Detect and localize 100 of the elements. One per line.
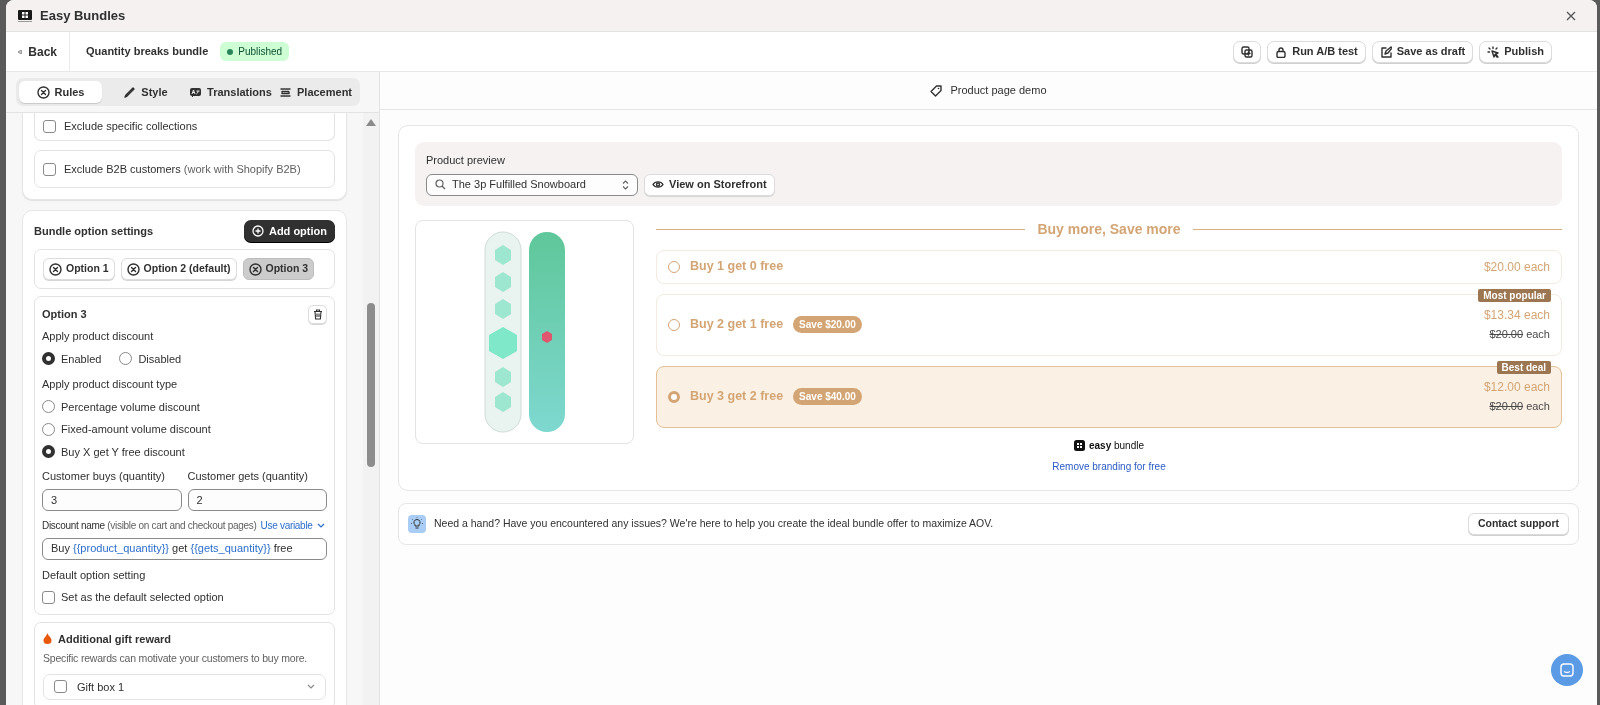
badge-icon [248,262,262,276]
bundle-name: Quantity breaks bundle [86,44,209,60]
scrollbar[interactable] [363,113,379,705]
panel-heading: Product page demo [950,83,1047,99]
radio-label: Fixed-amount volume discount [61,422,211,437]
field-label: Apply product discount type [42,377,179,392]
radio-label: Disabled [138,351,182,367]
field-label: Discount name (visible on cart and checkout pages) [42,518,257,533]
cursor-click-icon [1487,45,1500,58]
status-badge: Published [220,42,290,61]
radio-label: Buy X get Y free discount [61,444,185,460]
checkbox-label: Exclude specific collections [64,119,198,135]
radio-button[interactable] [42,445,55,459]
offer-label: Buy 2 get 1 free [690,316,784,334]
brand-logo-icon [1073,439,1085,451]
section-description: Specific rewards can motivate your customers to buy more. [43,651,309,666]
lightbulb-icon [408,514,426,533]
radio-button[interactable] [668,390,680,403]
tab[interactable]: Style [104,81,187,103]
close-icon [1566,10,1576,21]
help-text: Need a hand? Have you encountered any issues? We're here to help you create the ideal bundle offer to maximize AOV. [434,515,995,531]
option-tab[interactable]: Option 2 (default) [120,258,237,280]
duplicate-button[interactable] [1233,40,1262,63]
discount-name-field[interactable]: Buy {{product_quantity}} get {{gets_quantity}} free [42,537,327,560]
offer-badge: Best deal [1496,360,1551,374]
section-title: Additional gift reward [58,631,172,647]
original-price: $20.00 each [1489,327,1550,343]
tab[interactable]: Translations [189,81,272,103]
chevron-down-icon [307,684,315,690]
add-option-button[interactable]: Add option [243,220,335,242]
badge-icon [49,262,62,276]
use-variable-link[interactable]: Use variable [260,517,325,533]
radio-label: Percentage volume discount [61,399,200,415]
offer-title: Buy more, Save more [1037,220,1181,239]
lock-icon [1275,45,1288,58]
offer-label: Buy 1 get 0 free [690,258,784,276]
field-label: Customer buys (quantity) [42,469,166,484]
offer-price: $13.34 each [1483,307,1550,325]
offer-badge: Most popular [1478,288,1551,302]
radio-button[interactable] [119,352,133,366]
scrollbar-thumb[interactable] [367,303,375,467]
radio-label: Enabled [61,351,102,367]
translate-icon [189,85,203,99]
brush-icon [123,85,137,99]
toolbar-button[interactable]: Save as draft [1371,40,1474,63]
edit-icon [1379,45,1392,58]
tab[interactable]: Rules [19,81,102,103]
original-price: $20.00 each [1489,399,1550,415]
radio-button[interactable] [42,422,55,436]
field-label: Customer gets (quantity) [187,469,309,484]
status-dot-icon [227,48,234,55]
view-storefront-button[interactable]: View on Storefront [644,173,775,196]
window-title: Easy Bundles [40,6,126,25]
radio-button[interactable] [42,400,55,414]
checkbox-label: Set as the default selected option [61,590,224,605]
scroll-up-icon [366,119,376,126]
section-title: Bundle option settings [34,223,154,239]
gift-label: Gift box 1 [77,679,126,695]
field-label: Product preview [426,153,506,168]
option-tab[interactable]: Option 1 [43,258,115,280]
duplicate-icon [1241,45,1254,58]
offer-label: Buy 3 get 2 free [690,388,784,406]
field-label: Default option setting [42,567,147,583]
search-icon [435,179,446,190]
chevron-updown-icon [622,179,629,190]
radio-button[interactable] [668,318,680,331]
trash-icon [312,309,323,320]
chevron-down-icon [316,522,325,528]
toolbar-button[interactable]: Publish [1479,40,1552,63]
eye-icon [652,180,664,189]
field-label: Apply product discount [42,329,155,344]
radio-button[interactable] [42,352,55,366]
plus-circle-icon [251,225,264,237]
back-button[interactable]: Back [6,32,70,71]
checkbox[interactable] [43,120,56,133]
chat-icon [1560,663,1574,677]
product-select[interactable]: The 3p Fulfilled Snowboard [426,173,638,196]
toolbar-button[interactable]: Run A/B test [1267,40,1366,63]
layout-icon [279,85,292,99]
delete-button[interactable] [308,305,327,324]
savings-badge: Save $40.00 [793,388,862,405]
offer-price: $12.00 each [1483,379,1550,397]
checkbox[interactable] [42,590,55,604]
savings-badge: Save $20.00 [793,316,862,333]
quantity-field[interactable]: 2 [187,488,327,511]
radio-button[interactable] [668,260,680,273]
badge-icon [126,262,140,276]
checkbox[interactable] [43,162,56,176]
contact-support-button[interactable]: Contact support [1467,512,1569,535]
tab[interactable]: Placement [274,81,357,103]
option-tab[interactable]: Option 3 [242,258,315,280]
badge-icon [36,85,50,99]
option-title: Option 3 [42,307,87,323]
remove-branding-link[interactable]: Remove branding for free [1052,458,1166,474]
flame-icon [43,633,52,645]
checkbox[interactable] [54,680,67,694]
offer-price: $20.00 each [1483,258,1550,276]
brand-name: easy bundle [1088,438,1145,453]
checkbox-label: Exclude B2B customers (work with Shopify B2B) [64,161,301,177]
quantity-field[interactable]: 3 [42,488,182,511]
